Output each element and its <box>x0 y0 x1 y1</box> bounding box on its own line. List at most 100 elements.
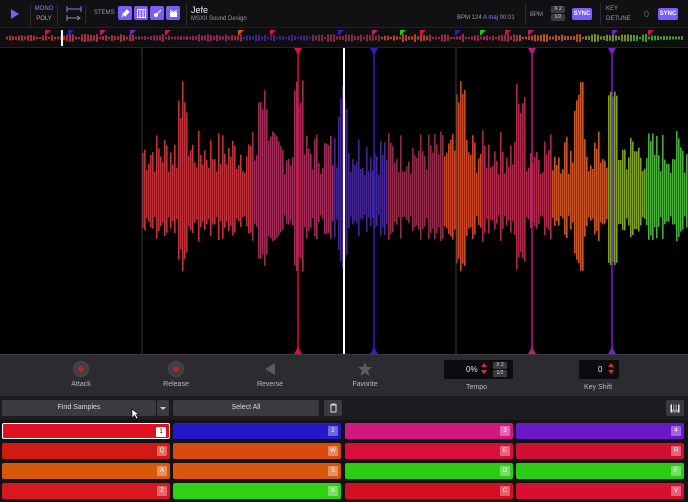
attack-knob[interactable] <box>73 361 89 377</box>
reverse-label: Reverse <box>256 381 284 388</box>
mouse-cursor-icon <box>131 408 140 420</box>
pad-key-label: 4 <box>671 426 681 436</box>
sample-pad[interactable]: F <box>516 463 684 479</box>
top-bar: MONO POLY STEMS Jefe MSXII Sound Design … <box>0 0 688 28</box>
release-label: Release <box>163 381 189 388</box>
mono-label[interactable]: MONO <box>31 4 57 14</box>
bpm-double-button[interactable]: X 2 <box>551 6 565 13</box>
tempo-double-button[interactable]: X 2 <box>493 362 507 369</box>
tempo-half-button[interactable]: 1/2 <box>493 370 507 377</box>
track-bpm: BPM 124 <box>457 15 482 21</box>
sample-pad[interactable]: 1 <box>2 423 170 439</box>
bpm-sync-button[interactable]: SYNC <box>572 8 592 20</box>
release-control: Release <box>151 361 201 388</box>
key-sync-button[interactable]: SYNC <box>658 8 678 20</box>
divider <box>186 2 187 26</box>
favorite-control: Favorite <box>340 361 390 388</box>
tempo-stepper[interactable] <box>481 363 487 377</box>
pad-key-label: 1 <box>156 427 166 437</box>
track-key: A maj <box>483 15 499 21</box>
find-samples-dropdown[interactable] <box>157 400 169 416</box>
mono-poly-toggle[interactable]: MONO POLY <box>30 4 58 26</box>
tempo-value[interactable]: 0% <box>466 365 478 374</box>
sample-pad[interactable]: S <box>173 463 341 479</box>
stems-label: STEMS <box>94 10 115 16</box>
bpm-half-button[interactable]: 1/2 <box>551 14 565 21</box>
pad-key-label: V <box>671 486 681 496</box>
overview-waveform[interactable] <box>0 28 688 48</box>
sample-pad[interactable]: Z <box>2 483 170 499</box>
poly-label[interactable]: POLY <box>31 14 57 24</box>
attack-control: Attack <box>56 361 106 388</box>
sample-pads: 1 2 3 4 Q W E R A S D F Z X C V <box>0 420 688 502</box>
pad-key-label: C <box>500 486 510 496</box>
piano-icon <box>136 8 146 18</box>
pad-key-label: Q <box>157 446 167 456</box>
sample-pad[interactable]: 4 <box>516 423 684 439</box>
pad-key-label: S <box>328 466 338 476</box>
main-waveform[interactable] <box>0 48 688 354</box>
track-artist: MSXII Sound Design <box>191 16 247 22</box>
track-overview[interactable] <box>0 28 688 48</box>
loop-mode-group <box>62 4 86 24</box>
bpm-section: BPM X 2 1/2 SYNC <box>525 3 597 25</box>
sample-pad[interactable]: A <box>2 463 170 479</box>
loop-forward-icon[interactable] <box>66 15 82 21</box>
sample-pad[interactable]: C <box>345 483 513 499</box>
drum-icon <box>169 9 177 17</box>
release-knob[interactable] <box>168 361 184 377</box>
keyshift-stepper[interactable] <box>608 363 614 377</box>
sample-pad[interactable]: 3 <box>345 423 513 439</box>
track-info: BPM 124 A maj 00:01 <box>457 15 515 21</box>
stem-bass-button[interactable] <box>150 6 164 20</box>
play-button[interactable] <box>6 6 24 22</box>
sample-pad[interactable]: W <box>173 443 341 459</box>
detune-label: DETUNE <box>606 16 631 22</box>
keyboard-icon <box>670 404 680 412</box>
pad-key-label: R <box>671 446 681 456</box>
reverse-icon[interactable] <box>262 361 278 377</box>
sample-pad[interactable]: V <box>516 483 684 499</box>
attack-label: Attack <box>71 381 91 388</box>
track-title: Jefe <box>191 5 209 15</box>
stem-vocals-button[interactable] <box>118 6 132 20</box>
tempo-field[interactable]: 0% X 2 1/2 <box>444 360 513 379</box>
sample-pad[interactable]: 2 <box>173 423 341 439</box>
select-all-button[interactable]: Select All <box>173 400 319 416</box>
keyboard-button[interactable] <box>666 400 684 416</box>
star-icon[interactable] <box>357 361 373 377</box>
guitar-icon <box>153 9 161 17</box>
keyshift-value[interactable]: 0 <box>598 365 602 374</box>
sample-pad[interactable]: E <box>345 443 513 459</box>
favorite-label: Favorite <box>352 381 378 388</box>
sample-controls: Attack Release Reverse Favorite 0% X 2 1… <box>0 354 688 396</box>
stem-melody-button[interactable] <box>134 6 148 20</box>
microphone-icon <box>121 8 130 17</box>
sample-pad[interactable]: Q <box>2 443 170 459</box>
key-label: KEY <box>606 6 619 12</box>
sample-toolbar: Find Samples Select All <box>0 396 688 420</box>
pad-key-label: X <box>328 486 338 496</box>
pad-key-label: F <box>671 466 681 476</box>
reverse-control: Reverse <box>245 361 295 388</box>
stem-drums-button[interactable] <box>166 6 180 20</box>
sample-pad[interactable]: X <box>173 483 341 499</box>
detune-value[interactable]: 0 <box>644 9 649 19</box>
pad-key-label: 3 <box>500 426 510 436</box>
delete-button[interactable] <box>324 400 342 416</box>
bpm-label: BPM <box>530 12 544 18</box>
pad-key-label: Z <box>157 486 167 496</box>
sample-pad[interactable]: D <box>345 463 513 479</box>
keyshift-field[interactable]: 0 <box>579 360 619 379</box>
keyshift-label: Key Shift <box>584 384 613 391</box>
sample-pad[interactable]: R <box>516 443 684 459</box>
pad-key-label: 2 <box>328 426 338 436</box>
loop-range-icon[interactable] <box>66 6 82 12</box>
pad-key-label: D <box>500 466 510 476</box>
tempo-label: Tempo <box>466 384 488 391</box>
waveform-display[interactable] <box>0 48 688 354</box>
pad-key-label: W <box>328 446 338 456</box>
track-time: 00:01 <box>499 15 515 21</box>
pad-key-label: A <box>157 466 167 476</box>
pad-key-label: E <box>500 446 510 456</box>
